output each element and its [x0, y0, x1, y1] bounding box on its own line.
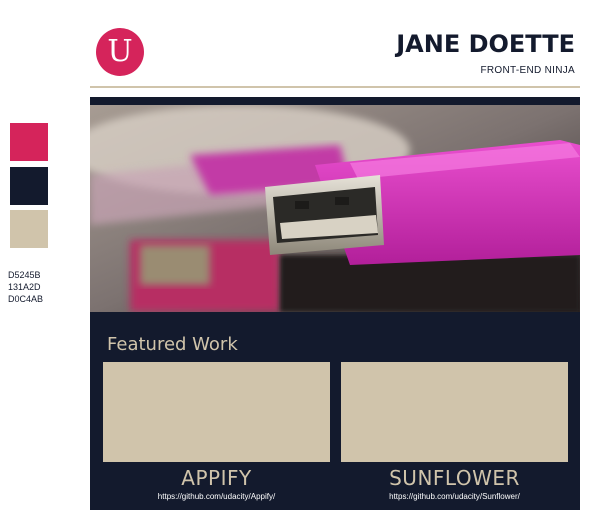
featured-work-heading: Featured Work — [107, 334, 238, 355]
color-code-navy: 131A2D — [8, 282, 41, 292]
project-link-sunflower[interactable]: https://github.com/udacity/Sunflower/ — [341, 492, 568, 501]
hero-image — [90, 105, 580, 312]
color-swatch-navy — [10, 167, 48, 205]
page-title: JANE DOETTE — [396, 30, 575, 58]
color-code-pink: D5245B — [8, 270, 41, 280]
project-title-appify: APPIFY — [181, 466, 252, 490]
udacity-logo[interactable]: U — [96, 28, 144, 76]
project-thumbnail-appify[interactable] — [103, 362, 330, 462]
project-link-appify[interactable]: https://github.com/udacity/Appify/ — [103, 492, 330, 501]
color-swatch-tan — [10, 210, 48, 248]
color-swatch-pink — [10, 123, 48, 161]
project-title-sunflower: SUNFLOWER — [389, 466, 520, 490]
usb-drive-photo-icon — [90, 105, 580, 312]
color-code-tan: D0C4AB — [8, 294, 44, 304]
project-thumbnail-sunflower[interactable] — [341, 362, 568, 462]
subtitle: FRONT-END NINJA — [480, 65, 575, 76]
header-divider — [90, 86, 580, 88]
